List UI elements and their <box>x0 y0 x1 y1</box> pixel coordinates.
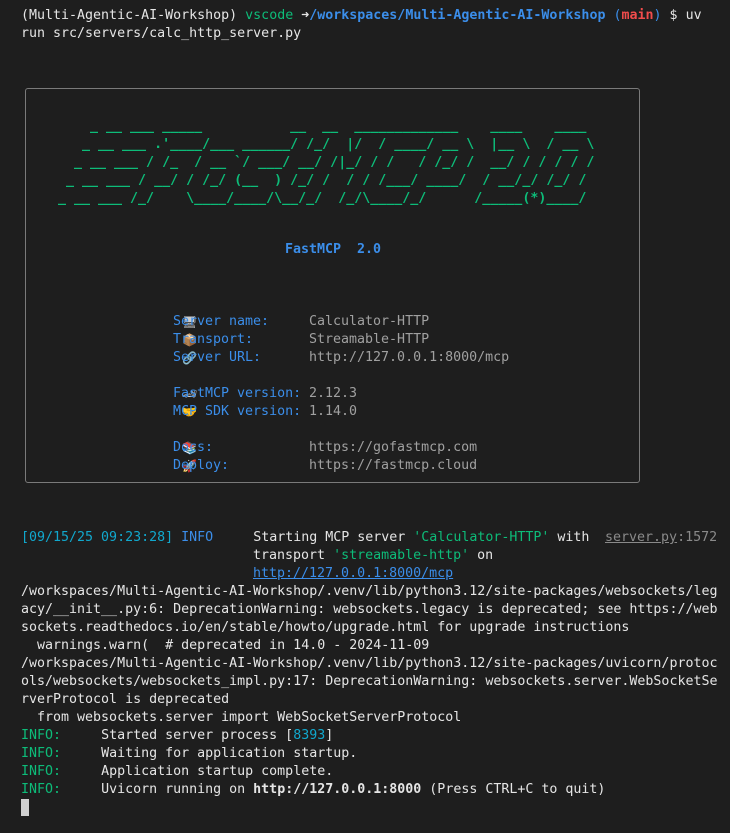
server-url-label: Server URL: <box>173 350 262 365</box>
log-line-3: http://127.0.0.1:8000/mcp <box>253 565 453 583</box>
fastmcp-version-row: 🏎 FastMCP version: 2.12.3 <box>150 367 357 401</box>
fastmcp-version-value: 2.12.3 <box>309 386 358 401</box>
log-message-tail: with <box>549 530 590 545</box>
uvicorn-message: Uvicorn running on <box>101 782 254 797</box>
mcp-sdk-version-value: 1.14.0 <box>309 404 358 419</box>
prompt-user: vscode <box>245 8 294 23</box>
log-line-2: transport 'streamable-http' on <box>253 547 493 565</box>
deploy-link[interactable]: https://fastmcp.cloud <box>309 457 477 475</box>
warning-line: /workspaces/Multi-Agentic-AI-Workshop/.v… <box>21 656 718 671</box>
ascii-line: _ __ ___ / __/ / /_/ (__ ) /_/ / / / /__… <box>58 173 595 188</box>
ascii-line: _ __ ___ /_/ \____/____/\__/_/ /_/\____/… <box>58 191 603 206</box>
log-server-name: 'Calculator-HTTP' <box>413 530 550 545</box>
deploy-label: Deploy: <box>173 458 230 473</box>
log-transport-value: 'streamable-http' <box>333 548 470 563</box>
prompt-path: /workspaces/Multi-Agentic-AI-Workshop <box>309 8 606 23</box>
command-text: uv <box>685 8 702 23</box>
server-url-value[interactable]: http://127.0.0.1:8000/mcp <box>309 349 509 367</box>
log-line-1: [09/15/25 09:23:28] INFO Starting MCP se… <box>21 529 589 547</box>
terminal[interactable]: (Multi-Agentic-AI-Workshop) vscode ➜/wor… <box>0 0 730 833</box>
uvicorn-level: INFO: <box>21 782 62 797</box>
log-url-link[interactable]: http://127.0.0.1:8000/mcp <box>253 566 453 581</box>
mcp-sdk-version-label: MCP SDK version: <box>173 404 302 419</box>
fastmcp-ascii-logo: _ __ ___ _____ __ __ _____________ ____ … <box>58 118 602 208</box>
process-id: 8393 <box>293 728 326 743</box>
docs-row: 📚 Docs: https://gofastmcp.com <box>150 421 477 455</box>
branch-close: ) <box>653 8 662 23</box>
uvicorn-line: INFO: Application startup complete. <box>21 763 333 781</box>
uvicorn-line: INFO: Waiting for application startup. <box>21 745 357 763</box>
prompt-dollar: $ <box>669 8 678 23</box>
uvicorn-message: Waiting for application startup. <box>101 746 358 761</box>
ascii-line: _ __ ___ .'____/___ ______/ /_/ |/ / ___… <box>58 137 595 152</box>
uvicorn-level: INFO: <box>21 764 62 779</box>
log-level: INFO <box>181 530 214 545</box>
warning-line: sockets.readthedocs.io/en/stable/howto/u… <box>21 620 630 635</box>
uvicorn-level: INFO: <box>21 728 62 743</box>
log-source[interactable]: server.py:1572 <box>605 529 717 547</box>
ascii-line: _ __ ___ / /_ / __ `/ ___/ __/ /|_/ / / … <box>58 155 595 170</box>
warning-line: acy/__init__.py:6: DeprecationWarning: w… <box>21 602 718 617</box>
warning-line: rverProtocol is deprecated <box>21 692 230 707</box>
prompt-line: (Multi-Agentic-AI-Workshop) vscode ➜/wor… <box>21 7 702 25</box>
log-transport-text: transport <box>253 548 334 563</box>
server-url-row: 🔗 Server URL: http://127.0.0.1:8000/mcp <box>150 331 509 365</box>
ascii-line: _ __ ___ _____ __ __ _____________ ____ … <box>58 119 595 134</box>
uvicorn-message: Started server process [ <box>101 728 294 743</box>
log-source-file[interactable]: server.py <box>605 530 677 545</box>
uvicorn-line: INFO: Started server process [8393] <box>21 727 333 745</box>
git-branch: main <box>621 8 654 23</box>
uvicorn-bracket: ] <box>325 728 334 743</box>
uvicorn-url[interactable]: http://127.0.0.1:8000 <box>253 782 421 797</box>
server-name-value: Calculator-HTTP <box>309 314 430 329</box>
warning-line: ols/websockets/websockets_impl.py:17: De… <box>21 674 718 689</box>
uvicorn-quit-hint: (Press CTRL+C to quit) <box>421 782 606 797</box>
log-on-text: on <box>469 548 494 563</box>
terminal-cursor <box>21 799 29 816</box>
log-message: Starting MCP server <box>253 530 414 545</box>
mcp-sdk-version-row: 🤝 MCP SDK version: 1.14.0 <box>150 385 357 419</box>
command-line-2: run src/servers/calc_http_server.py <box>21 26 302 41</box>
server-name-row: 🖥 Server name: Calculator-HTTP <box>150 295 429 329</box>
warning-line: from websockets.server import WebSocketS… <box>21 710 462 725</box>
uvicorn-line: INFO: Uvicorn running on http://127.0.0.… <box>21 781 605 799</box>
warning-line: /workspaces/Multi-Agentic-AI-Workshop/.v… <box>21 584 718 599</box>
warning-line: warnings.warn( # deprecated in 14.0 - 20… <box>21 638 430 653</box>
transport-value: Streamable-HTTP <box>309 332 430 347</box>
log-timestamp: [09/15/25 09:23:28] <box>21 530 174 545</box>
log-source-line: :1572 <box>677 530 718 545</box>
docs-link[interactable]: https://gofastmcp.com <box>309 439 477 457</box>
venv-name: (Multi-Agentic-AI-Workshop) <box>21 8 238 23</box>
transport-row: 📦 Transport: Streamable-HTTP <box>150 313 429 347</box>
uvicorn-level: INFO: <box>21 746 62 761</box>
uvicorn-message: Application startup complete. <box>101 764 334 779</box>
fastmcp-title: FastMCP 2.0 <box>285 242 382 257</box>
deploy-row: 🚀 Deploy: https://fastmcp.cloud <box>150 439 477 473</box>
